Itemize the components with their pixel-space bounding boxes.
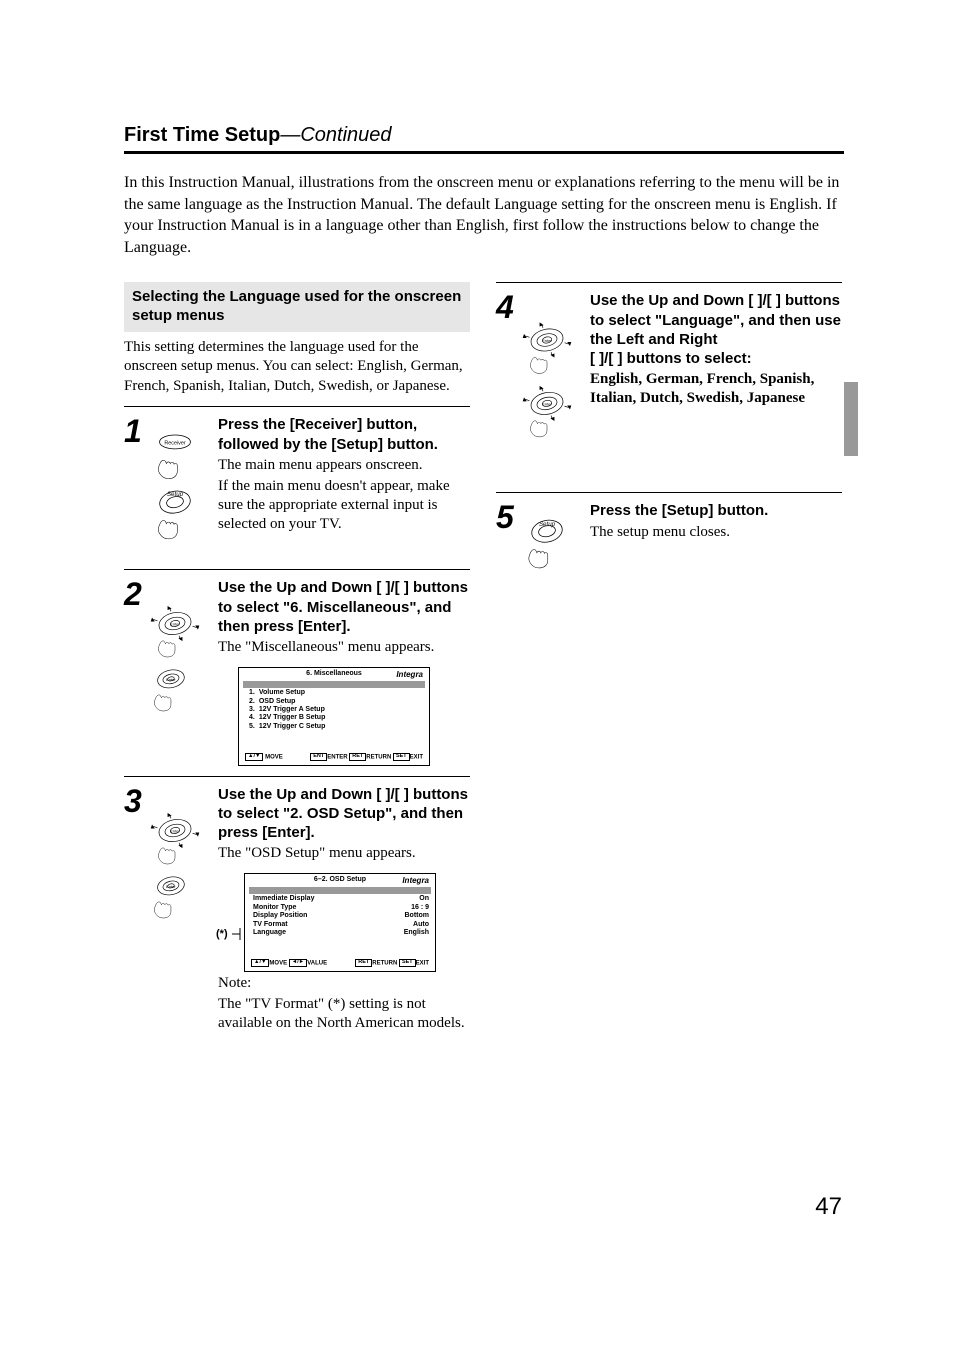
step-number: 2 <box>124 578 148 610</box>
note-body: The "TV Format" (*) setting is not avail… <box>218 995 470 1033</box>
step-3-illustration: Enter Enter <box>148 785 218 949</box>
menu-title: 6–2. OSD Setup <box>314 876 366 883</box>
step-2-instruction: Use the Up and Down [ ]/[ ] buttons to s… <box>218 578 470 636</box>
setting-value: English <box>389 929 429 937</box>
step-4-instruction-a: Use the Up and Down [ ]/[ ] buttons to s… <box>590 291 842 349</box>
menu-highlight-bar <box>243 681 425 688</box>
step-number: 5 <box>496 501 520 533</box>
setting-label: Immediate Display <box>253 895 389 903</box>
menu-highlight-bar <box>249 887 431 894</box>
step-number: 3 <box>124 785 148 817</box>
enter-button-label: Enter <box>542 402 552 407</box>
osd-setup-menu-screenshot: 6–2. OSD Setup Integra Immediate Display… <box>244 873 436 972</box>
note-heading: Note: <box>218 974 470 993</box>
step-2: 2 Enter Enter <box>124 569 470 765</box>
brand-logo: Integra <box>396 670 423 680</box>
menu-title: 6. Miscellaneous <box>306 670 362 677</box>
step-5-illustration: Setup <box>520 501 590 579</box>
step-3-instruction: Use the Up and Down [ ]/[ ] buttons to s… <box>218 785 470 843</box>
setup-button-label: Setup <box>167 491 184 498</box>
page-edge-tab <box>844 382 858 456</box>
left-column: Selecting the Language used for the onsc… <box>124 282 470 1033</box>
heading-rule <box>124 151 844 154</box>
menu-item: OSD Setup <box>259 698 423 706</box>
step-3-result: The "OSD Setup" menu appears. <box>218 844 470 863</box>
enter-button-label: Enter <box>166 884 176 889</box>
step-5: 5 Setup Press the [Setup] button. <box>496 492 842 579</box>
miscellaneous-menu-screenshot: 6. Miscellaneous Integra 1.Volume Setup … <box>238 667 430 766</box>
footer-label: MOVE <box>265 754 283 760</box>
step-1-result: The main menu appears onscreen. <box>218 456 470 475</box>
step-5-instruction: Press the [Setup] button. <box>590 501 842 520</box>
enter-button-label: Enter <box>170 622 180 627</box>
menu-item: 12V Trigger C Setup <box>259 723 423 731</box>
enter-button-label: Enter <box>166 677 176 682</box>
footer-label: EXIT <box>410 754 423 760</box>
setup-button-label: Setup <box>539 521 556 528</box>
menu-footer: ▲/▼ MOVE ENTENTER RETRETURN SETEXIT <box>239 751 429 765</box>
setting-label: Display Position <box>253 912 389 920</box>
step-5-result: The setup menu closes. <box>590 523 842 542</box>
setting-label: TV Format <box>253 921 389 929</box>
step-4: 4 Enter Enter Use the Up and Down [ ]/[ <box>496 282 842 470</box>
asterisk-marker: (*) <box>216 927 228 941</box>
section-continued: —Continued <box>280 124 391 146</box>
step-4-instruction-b: [ ]/[ ] buttons to select: <box>590 349 842 368</box>
footer-label: VALUE <box>307 961 327 967</box>
subheading: Selecting the Language used for the onsc… <box>124 282 470 332</box>
intro-paragraph: In this Instruction Manual, illustration… <box>124 172 844 258</box>
enter-button-label: Enter <box>542 338 552 343</box>
enter-button-label: Enter <box>170 828 180 833</box>
menu-item: 12V Trigger B Setup <box>259 714 423 722</box>
receiver-button-label: Receiver <box>164 441 185 447</box>
footer-label: MOVE <box>269 961 287 967</box>
menu-footer: ▲/▼MOVE ◄/►VALUE RETRETURN SETEXIT <box>245 957 435 971</box>
right-column: 4 Enter Enter Use the Up and Down [ ]/[ <box>496 282 842 579</box>
menu-item: 12V Trigger A Setup <box>259 706 423 714</box>
setting-value: Bottom <box>389 912 429 920</box>
step-4-options: English, German, French, Spanish, Italia… <box>590 370 842 408</box>
section-header: First Time Setup—Continued <box>124 124 844 154</box>
step-4-illustration: Enter Enter <box>520 291 590 470</box>
step-number: 4 <box>496 291 520 323</box>
footer-label: EXIT <box>416 961 429 967</box>
footer-label: ENTER <box>327 754 347 760</box>
step-1: 1 Receiver Setup <box>124 406 470 559</box>
step-2-illustration: Enter Enter <box>148 578 218 742</box>
section-title: First Time Setup <box>124 124 280 146</box>
footer-label: RETURN <box>366 754 391 760</box>
page: First Time Setup—Continued In this Instr… <box>0 0 954 1073</box>
menu-items: 1.Volume Setup 2.OSD Setup 3.12V Trigger… <box>239 689 429 751</box>
setting-label: Language <box>253 929 389 937</box>
brand-logo: Integra <box>402 876 429 886</box>
step-number: 1 <box>124 415 148 447</box>
two-column-layout: Selecting the Language used for the onsc… <box>124 282 844 1033</box>
page-number: 47 <box>815 1193 842 1221</box>
menu-item: Volume Setup <box>259 689 423 697</box>
step-3: 3 Enter Enter <box>124 776 470 1034</box>
setting-value: On <box>389 895 429 903</box>
setting-value: 16 : 9 <box>389 904 429 912</box>
footer-label: RETURN <box>372 961 397 967</box>
step-1-illustration: Receiver Setup <box>148 415 218 559</box>
subheading-body: This setting determines the language use… <box>124 338 470 397</box>
step-2-result: The "Miscellaneous" menu appears. <box>218 638 470 657</box>
step-1-instruction: Press the [Receiver] button, followed by… <box>218 415 470 453</box>
setting-label: Monitor Type <box>253 904 389 912</box>
setting-value: Auto <box>389 921 429 929</box>
step-1-note: If the main menu doesn't appear, make su… <box>218 477 470 535</box>
